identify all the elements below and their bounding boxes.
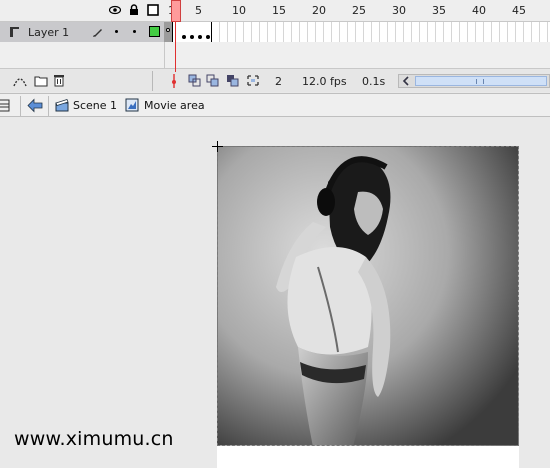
layer-row[interactable]: Layer 1 [0,22,550,42]
playhead-marker-icon [172,74,176,88]
back-arrow-icon[interactable] [27,98,43,113]
frame-number: 10 [232,4,246,17]
breadcrumb-symbol[interactable]: Movie area [144,99,205,112]
frame-dot [190,35,194,39]
onion-skin-outlines-icon[interactable] [226,74,240,87]
layer-name-cell[interactable]: Layer 1 [0,22,164,42]
pencil-icon [93,29,102,37]
frame-number: 40 [472,4,486,17]
frame-rate[interactable]: 12.0 fps [302,75,347,88]
lock-dot[interactable] [133,30,136,33]
scroll-thumb[interactable] [415,76,547,86]
timeline-panel: 1 5 10 15 20 25 30 35 40 45 Layer 1 [0,0,550,92]
frame-number: 25 [352,4,366,17]
frame-number: 20 [312,4,326,17]
footer-divider [152,71,153,91]
clapperboard-icon [55,99,69,112]
breadcrumb-scene[interactable]: Scene 1 [73,99,117,112]
layer-outline-color[interactable] [149,26,160,37]
folder-icon[interactable] [34,74,48,87]
frame-number: 15 [272,4,286,17]
elapsed-time: 0.1s [362,75,386,88]
playhead-line [175,22,176,72]
keyframe-dot [166,28,170,32]
timeline-header: 1 5 10 15 20 25 30 35 40 45 [0,0,550,22]
trash-icon[interactable] [53,73,65,87]
edit-bar-divider [20,96,21,116]
layer-icon [10,27,19,37]
edit-bar: Scene 1 Movie area [0,93,550,117]
keyframe-1[interactable] [164,22,172,42]
frame-number: 30 [392,4,406,17]
watermark-text: www.ximumu.cn [14,428,174,450]
layer-name: Layer 1 [28,26,70,39]
frame-number: 35 [432,4,446,17]
outline-icon[interactable] [147,4,159,16]
timeline-divider[interactable] [164,42,165,68]
edit-bar-divider [48,96,49,116]
visibility-dot[interactable] [115,30,118,33]
edit-multiple-frames-icon[interactable] [246,74,260,87]
frame-ruler[interactable]: 1 5 10 15 20 25 30 35 40 45 [164,0,550,22]
frame-dot [206,35,210,39]
add-motion-guide-icon[interactable] [12,74,28,88]
toggle-timeline-icon[interactable] [0,99,10,112]
center-frame-icon[interactable] [188,74,202,87]
current-frame: 2 [275,75,282,88]
scroll-grip [476,79,484,84]
scroll-left-icon[interactable] [401,76,411,86]
onion-skin-icon[interactable] [206,74,220,87]
lock-icon[interactable] [128,4,140,16]
keyframe-span[interactable] [172,22,212,42]
photo-bitmap[interactable] [217,146,519,446]
timeline-empty-area [0,42,550,68]
frame-number: 5 [195,4,202,17]
frame-number: 45 [512,4,526,17]
movie-clip-icon [125,98,139,112]
timeline-scrollbar[interactable] [398,74,550,88]
layer-frames[interactable] [164,22,550,42]
frame-dot [198,35,202,39]
frame-dot [182,35,186,39]
timeline-footer: 2 12.0 fps 0.1s [0,68,550,92]
playhead[interactable] [171,0,181,22]
portrait-image [218,147,518,445]
crosshair-icon [212,141,223,152]
eye-icon[interactable] [109,4,121,16]
